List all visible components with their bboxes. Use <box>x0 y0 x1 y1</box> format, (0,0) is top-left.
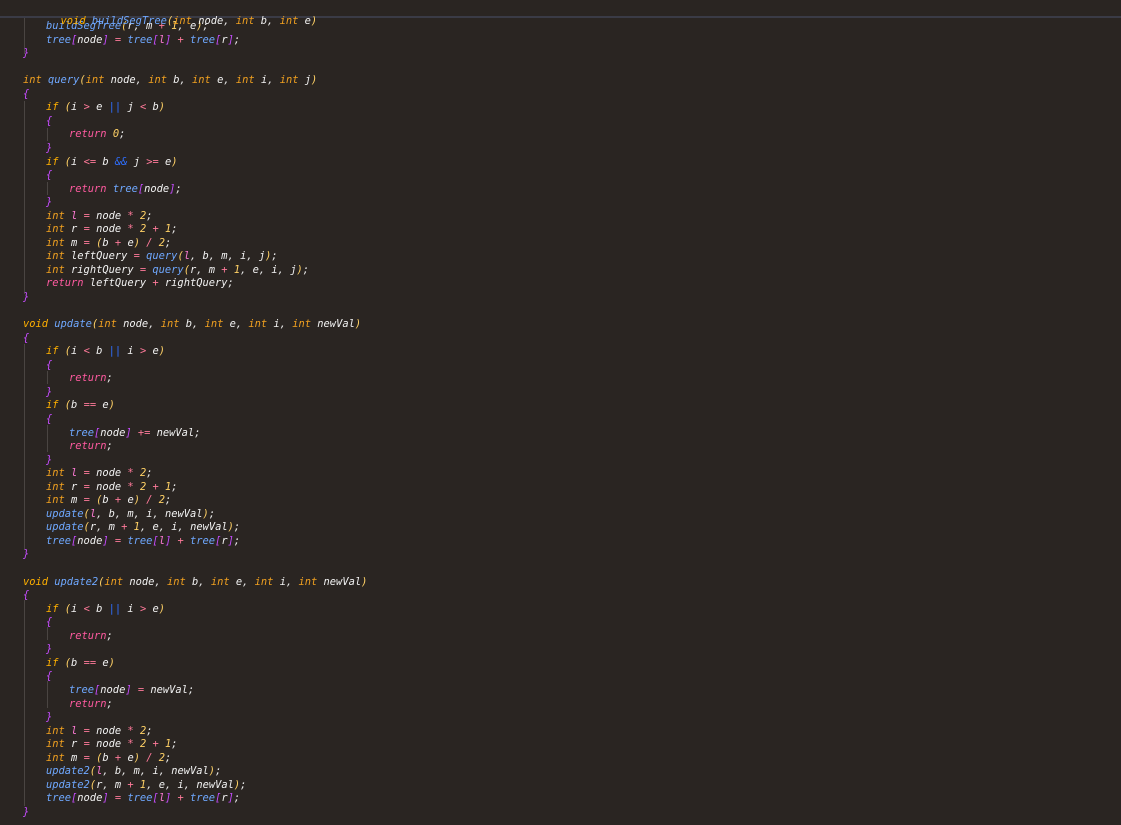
code-line[interactable]: tree[node] = tree[l] + tree[r]; <box>46 792 240 806</box>
code-line[interactable]: } <box>46 196 52 210</box>
code-line[interactable]: } <box>23 291 29 305</box>
code-line[interactable]: return; <box>69 698 113 712</box>
code-line[interactable]: if (i < b || i > e) <box>46 345 165 359</box>
code-line[interactable]: tree[node] = tree[l] + tree[r]; <box>46 34 240 48</box>
code-line[interactable]: { <box>46 670 52 684</box>
indent-guide <box>24 600 25 806</box>
code-line[interactable]: } <box>46 386 52 400</box>
code-line[interactable]: return; <box>69 372 113 386</box>
code-line[interactable]: return; <box>69 440 113 454</box>
code-line[interactable]: } <box>46 643 52 657</box>
code-line[interactable]: int l = node * 2; <box>46 467 152 481</box>
code-line[interactable]: return tree[node]; <box>69 183 182 197</box>
code-line[interactable]: int l = node * 2; <box>46 210 152 224</box>
code-line[interactable]: } <box>46 711 52 725</box>
code-line[interactable]: int r = node * 2 + 1; <box>46 481 178 495</box>
code-line[interactable]: } <box>23 47 29 61</box>
code-line[interactable]: int l = node * 2; <box>46 725 152 739</box>
code-line[interactable]: if (i <= b && j >= e) <box>46 156 178 170</box>
code-line[interactable]: tree[node] = newVal; <box>69 684 194 698</box>
sticky-header-line: void buildSegTree(int node, int b, int e… <box>60 14 318 27</box>
code-line[interactable]: if (b == e) <box>46 399 115 413</box>
code-line[interactable]: { <box>46 413 52 427</box>
code-line[interactable]: int leftQuery = query(l, b, m, i, j); <box>46 250 278 264</box>
code-line[interactable]: { <box>46 359 52 373</box>
code-line[interactable]: int r = node * 2 + 1; <box>46 738 178 752</box>
code-line[interactable]: update2(r, m + 1, e, i, newVal); <box>46 779 246 793</box>
code-line[interactable]: int r = node * 2 + 1; <box>46 223 178 237</box>
code-line[interactable]: int rightQuery = query(r, m + 1, e, i, j… <box>46 264 309 278</box>
code-line[interactable]: update(l, b, m, i, newVal); <box>46 508 215 522</box>
code-line[interactable]: int m = (b + e) / 2; <box>46 494 171 508</box>
code-line[interactable]: tree[node] = tree[l] + tree[r]; <box>46 535 240 549</box>
indent-guide <box>47 128 48 141</box>
code-line[interactable]: int query(int node, int b, int e, int i,… <box>23 74 317 88</box>
indent-guide <box>47 371 48 384</box>
code-line[interactable]: } <box>23 548 29 562</box>
code-line[interactable]: return 0; <box>69 128 125 142</box>
code-line[interactable]: } <box>23 806 29 820</box>
code-line[interactable]: return leftQuery + rightQuery; <box>46 277 234 291</box>
code-line[interactable]: { <box>23 88 29 102</box>
code-line[interactable]: { <box>23 589 29 603</box>
code-line[interactable]: void update(int node, int b, int e, int … <box>23 318 361 332</box>
code-line[interactable]: void update2(int node, int b, int e, int… <box>23 576 367 590</box>
code-line[interactable]: if (b == e) <box>46 657 115 671</box>
code-line[interactable]: { <box>46 169 52 183</box>
code-line[interactable]: { <box>46 616 52 630</box>
indent-guide <box>24 101 25 294</box>
code-editor[interactable]: void buildSegTree(int node, int b, int e… <box>0 0 1121 825</box>
indent-guide <box>24 344 25 550</box>
code-line[interactable]: int m = (b + e) / 2; <box>46 237 171 251</box>
sticky-scroll-header[interactable]: void buildSegTree(int node, int b, int e… <box>0 0 1121 27</box>
code-line[interactable]: { <box>23 332 29 346</box>
code-line[interactable]: int m = (b + e) / 2; <box>46 752 171 766</box>
code-line[interactable]: } <box>46 142 52 156</box>
code-line[interactable]: } <box>46 454 52 468</box>
indent-guide <box>47 681 48 708</box>
code-line[interactable]: update(r, m + 1, e, i, newVal); <box>46 521 240 535</box>
code-line[interactable]: update2(l, b, m, i, newVal); <box>46 765 221 779</box>
indent-guide <box>47 182 48 195</box>
code-line[interactable]: if (i < b || i > e) <box>46 603 165 617</box>
code-line[interactable]: tree[node] += newVal; <box>69 427 200 441</box>
code-line[interactable]: if (i > e || j < b) <box>46 101 165 115</box>
code-line[interactable]: { <box>46 115 52 129</box>
code-line[interactable]: return; <box>69 630 113 644</box>
indent-guide <box>47 425 48 452</box>
